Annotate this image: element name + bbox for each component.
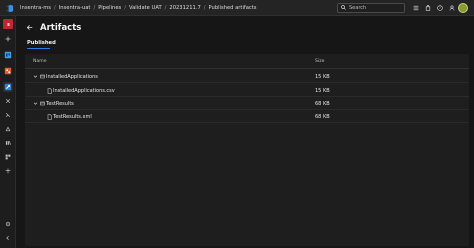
settings-icon[interactable] [3,219,13,229]
marketplace-icon[interactable] [423,3,432,13]
search-input[interactable]: Search [337,3,405,13]
table-row[interactable]: InstalledApplications 15 KB [25,70,469,83]
file-icon [46,113,52,120]
deployment-groups-icon[interactable] [3,166,13,176]
breadcrumb-separator: / [93,5,96,11]
azure-devops-logo-icon[interactable] [4,3,14,13]
file-icon [46,87,52,94]
nav-item-icon[interactable] [3,96,13,106]
artifact-name: TestResults [46,100,74,107]
overview-icon[interactable] [3,34,13,44]
breadcrumb: Insentra-ms / Insentra-uat / Pipelines /… [20,0,257,16]
breadcrumb-project[interactable]: Insentra-uat [59,5,91,11]
svg-text:?: ? [439,6,441,10]
artifact-size: 68 KB [315,100,330,107]
help-icon[interactable]: ? [435,3,444,13]
breadcrumb-pipeline[interactable]: Validate UAT [129,5,162,11]
page-title: Artifacts [40,23,82,33]
artifact-size: 15 KB [315,73,330,80]
avatar[interactable] [458,3,468,13]
artifact-icon [39,101,45,107]
file-size: 15 KB [315,87,330,94]
breadcrumb-current[interactable]: Published artifacts [209,5,257,11]
library-icon[interactable] [3,138,13,148]
search-placeholder: Search [349,5,367,11]
column-header-name[interactable]: Name [33,59,47,64]
pipelines-icon[interactable] [3,82,13,92]
environments-icon[interactable] [3,110,13,120]
list-icon[interactable] [411,3,420,13]
repos-icon[interactable] [3,66,13,76]
breadcrumb-separator: / [124,5,126,11]
user-settings-icon[interactable] [447,3,456,13]
project-icon[interactable] [3,19,13,29]
column-header-size[interactable]: Size [315,59,324,64]
boards-icon[interactable] [3,50,13,60]
tab-published[interactable]: Published [27,40,56,46]
artifact-name: InstalledApplications [46,73,98,80]
breadcrumb-run[interactable]: 20231211.7 [169,5,200,11]
collapse-nav-icon[interactable] [3,233,13,243]
artifact-icon [39,74,45,80]
chevron-down-icon[interactable] [32,101,38,107]
file-name[interactable]: TestResults.xml [53,114,92,120]
table-row[interactable]: InstalledApplications.csv 15 KB [25,84,469,97]
top-bar: Insentra-ms / Insentra-uat / Pipelines /… [0,0,474,16]
artifacts-table: Name Size InstalledApplications 15 KB In… [25,54,469,246]
releases-icon[interactable] [3,124,13,134]
breadcrumb-pipelines[interactable]: Pipelines [98,5,121,11]
task-groups-icon[interactable] [3,152,13,162]
breadcrumb-separator: / [53,5,56,11]
file-name[interactable]: InstalledApplications.csv [53,88,115,94]
breadcrumb-separator: / [203,5,206,11]
left-nav [0,16,16,248]
breadcrumb-org[interactable]: Insentra-ms [20,5,51,11]
active-tab-indicator [27,48,50,49]
table-header: Name Size [25,54,469,69]
chevron-down-icon[interactable] [32,74,38,80]
breadcrumb-separator: / [164,5,167,11]
table-row[interactable]: TestResults.xml 68 KB [25,110,469,123]
search-icon [341,4,346,12]
table-row[interactable]: TestResults 68 KB [25,97,469,110]
file-size: 68 KB [315,113,330,120]
back-arrow-icon[interactable] [26,24,33,33]
